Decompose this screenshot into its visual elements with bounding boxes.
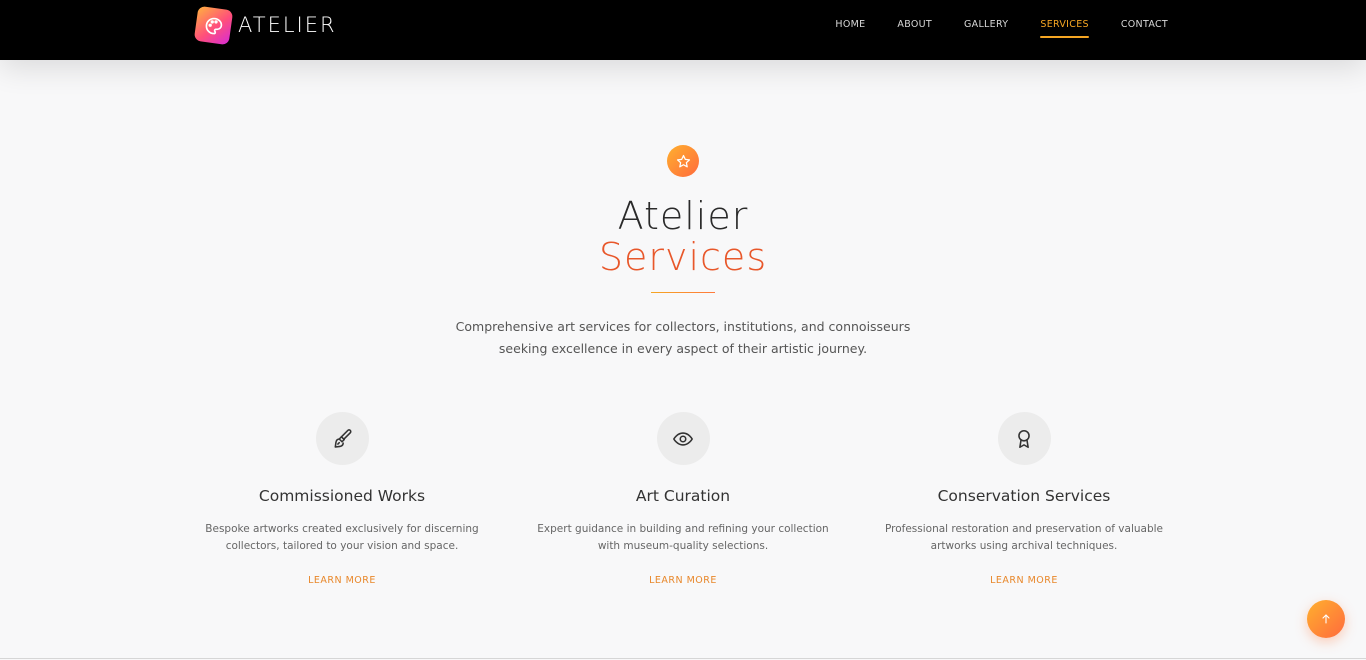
nav-item-services[interactable]: SERVICES (1040, 15, 1090, 38)
learn-more-link[interactable]: LEARN MORE (308, 575, 376, 586)
nav-item-home[interactable]: HOME (835, 15, 865, 34)
arrow-up-icon (1320, 613, 1332, 625)
service-card-conservation: Conservation Services Professional resto… (864, 412, 1184, 587)
brand-link[interactable]: ATELIER (193, 5, 337, 45)
learn-more-link[interactable]: LEARN MORE (649, 575, 717, 586)
service-description: Professional restoration and preservatio… (884, 523, 1163, 552)
star-icon (667, 145, 699, 177)
paintbrush-icon (315, 412, 369, 465)
palette-icon (193, 5, 234, 45)
nav-item-gallery[interactable]: GALLERY (964, 15, 1008, 34)
brand-name: ATELIER (238, 13, 337, 37)
nav-item-contact[interactable]: CONTACT (1121, 15, 1168, 34)
page-bottom-divider (0, 658, 1366, 659)
section-title: Atelier (617, 194, 749, 238)
service-title: Commissioned Works (258, 487, 426, 505)
service-card-curation: Art Curation Expert guidance in building… (523, 412, 843, 587)
nav-item-about[interactable]: ABOUT (897, 15, 932, 34)
navbar: ATELIER HOME ABOUT GALLERY SERVICES CONT… (0, 0, 1366, 60)
service-card-commissioned: Commissioned Works Bespoke artworks crea… (182, 412, 502, 587)
service-title: Art Curation (635, 487, 731, 505)
award-icon (997, 412, 1051, 465)
service-description: Bespoke artworks created exclusively for… (205, 523, 479, 552)
scroll-top-button[interactable] (1307, 600, 1345, 638)
section-title-accent: Services (598, 235, 768, 279)
section-intro: Comprehensive art services for collector… (455, 319, 911, 356)
title-divider (651, 292, 715, 293)
learn-more-link[interactable]: LEARN MORE (990, 575, 1058, 586)
main-nav: HOME ABOUT GALLERY SERVICES CONTACT (835, 0, 1168, 48)
eye-icon (656, 412, 710, 465)
service-description: Expert guidance in building and refining… (537, 523, 829, 552)
service-title: Conservation Services (937, 487, 1111, 505)
